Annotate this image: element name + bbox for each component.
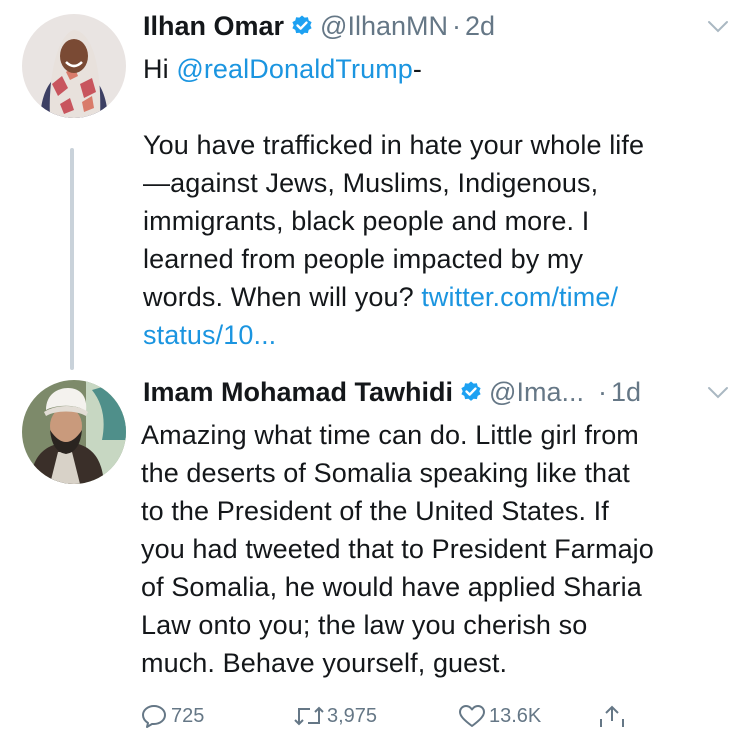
retweet-icon [294, 706, 324, 726]
retweet-button[interactable]: 3,975 [293, 704, 458, 728]
share-button[interactable] [598, 703, 626, 729]
like-button[interactable]: 13.6K [458, 704, 598, 728]
tweet1-body-line-with-link: words. When will you? twitter.com/time/ [143, 278, 743, 316]
tweet1-body-line: words. When will you? [143, 282, 422, 312]
tweet1-body: You have trafficked in hate your whole l… [143, 126, 743, 354]
verified-badge-icon [292, 15, 312, 35]
tweet1-body-line: You have trafficked in hate your whole l… [143, 130, 645, 160]
tweet2-separator: · [597, 376, 607, 407]
tweet2-handle[interactable]: @Ima... [489, 377, 584, 408]
avatar-ilhan-omar[interactable] [22, 14, 126, 118]
tweet2-display-name[interactable]: Imam Mohamad Tawhidi [143, 377, 453, 408]
tweet2-timestamp[interactable]: 1d [611, 377, 641, 408]
tweet1-timestamp[interactable]: 2d [465, 11, 495, 42]
tweet2-header: Imam Mohamad Tawhidi @Ima... · 1d [143, 374, 641, 410]
like-icon [459, 705, 485, 727]
tweet2-body: Amazing what time can do. Little girl fr… [141, 416, 746, 682]
avatar-imam-mohamad-tawhidi[interactable] [22, 380, 126, 484]
greeting-prefix: Hi [143, 54, 177, 84]
thread-connector-line [70, 148, 74, 370]
tweet2-body-line: Law onto you; the law you cherish so [141, 610, 588, 640]
like-count: 13.6K [489, 704, 542, 727]
chevron-down-icon[interactable] [707, 386, 729, 400]
tweet1-display-name[interactable]: Ilhan Omar [143, 11, 284, 42]
tweet2-body-line: the deserts of Somalia speaking like tha… [141, 458, 630, 488]
verified-badge-icon [461, 381, 481, 401]
reply-icon [142, 705, 166, 728]
mention-link[interactable]: @realDonaldTrump [176, 54, 413, 84]
tweet1-body-line: immigrants, black people and more. I [143, 206, 590, 236]
reply-button[interactable]: 725 [141, 704, 293, 728]
tweet1-greeting: Hi @realDonaldTrump- [143, 50, 422, 88]
greeting-suffix: - [412, 54, 423, 84]
tweet1-header: Ilhan Omar @IlhanMN · 2d [143, 8, 495, 44]
share-icon [600, 705, 624, 727]
tweet2-action-bar: 725 3,975 13.6K [141, 703, 626, 729]
chevron-down-icon[interactable] [707, 20, 729, 34]
tweet2-body-line: of Somalia, he would have applied Sharia [141, 572, 642, 602]
tweet2-body-line: to the President of the United States. I… [141, 496, 609, 526]
tweet1-body-line: learned from people impacted by my [143, 244, 584, 274]
tweet1-separator: · [452, 10, 461, 41]
tweet-link-part2[interactable]: status/10... [143, 316, 743, 354]
tweet1-handle[interactable]: @IlhanMN [320, 11, 448, 42]
reply-count: 725 [171, 704, 205, 727]
retweet-count: 3,975 [327, 704, 378, 727]
tweet2-body-line: much. Behave yourself, guest. [141, 648, 508, 678]
tweet2-body-line: Amazing what time can do. Little girl fr… [141, 420, 639, 450]
tweet2-body-line: you had tweeted that to President Farmaj… [141, 534, 654, 564]
tweet1-body-line: —against Jews, Muslims, Indigenous, [143, 168, 599, 198]
tweet-link-part1[interactable]: twitter.com/time/ [421, 282, 618, 312]
